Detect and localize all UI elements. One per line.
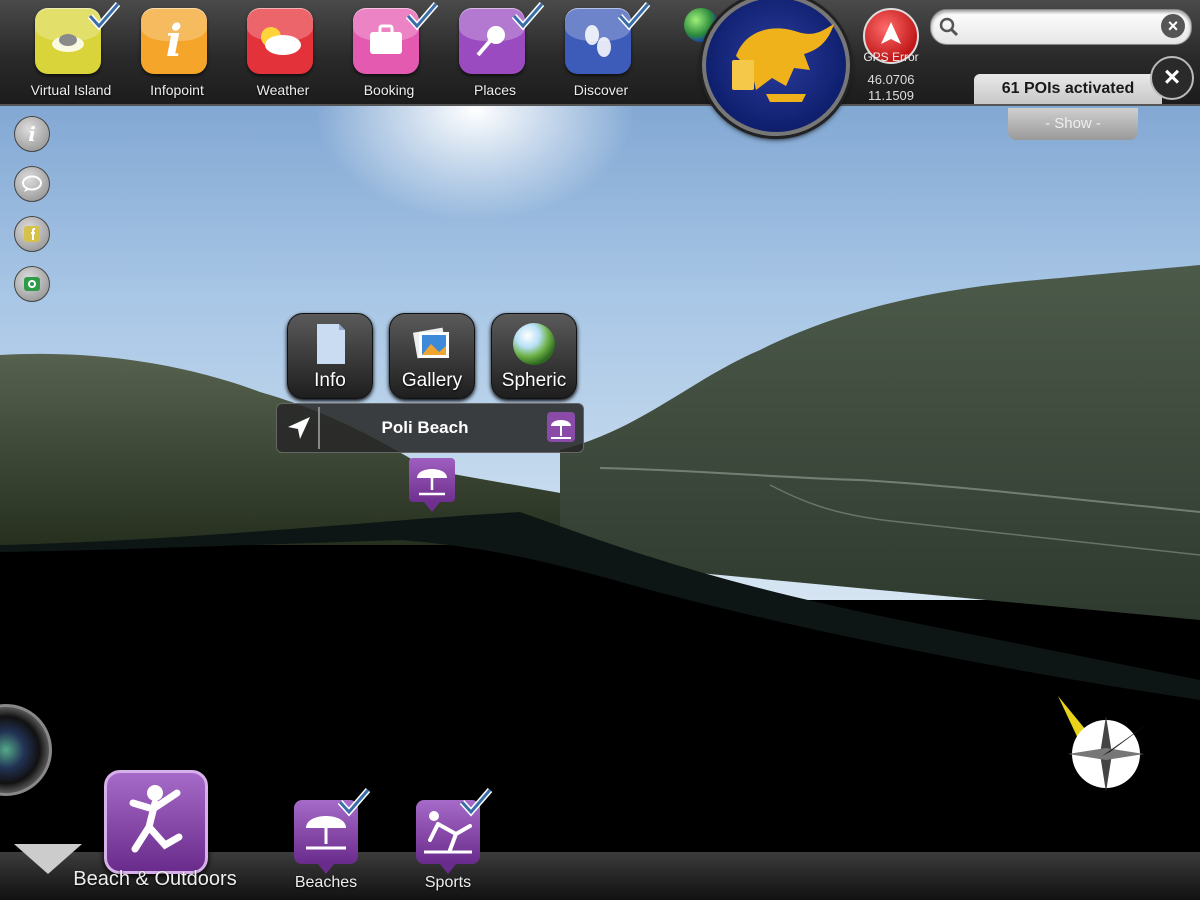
app-discover[interactable]: Discover [556, 2, 651, 102]
speech-bubble-icon [22, 175, 42, 192]
checkmark-icon [405, 2, 439, 31]
checkmark-icon [617, 2, 651, 31]
clear-search-icon[interactable]: × [1161, 14, 1185, 38]
app-label: Places [473, 82, 517, 98]
facebook-icon [24, 226, 40, 242]
app-virtual-island[interactable]: Virtual Island [26, 2, 121, 102]
gps-status[interactable]: GPS Error 46.0706 11.1509 [856, 6, 926, 106]
info-icon: i [165, 15, 183, 67]
checkmark-icon [87, 2, 121, 31]
gps-error-label: GPS Error [863, 50, 919, 64]
camera-icon [24, 277, 40, 291]
app-label: Virtual Island [30, 82, 112, 98]
photos-icon [412, 327, 449, 359]
close-icon[interactable]: × [1150, 56, 1194, 100]
action-label: Info [314, 370, 346, 391]
beach-umbrella-icon [547, 412, 575, 442]
search-box[interactable]: × [930, 9, 1192, 45]
app-label: Booking [363, 82, 415, 98]
app-places[interactable]: Places [450, 2, 545, 102]
action-label: Spheric [501, 370, 567, 391]
weather-cloud-icon [247, 8, 313, 74]
app-weather[interactable]: Weather [238, 6, 328, 102]
search-input[interactable] [963, 14, 1157, 40]
subcategory-label: Beaches [294, 874, 358, 891]
checkmark-icon [337, 788, 371, 817]
navigate-arrow-icon[interactable] [280, 407, 320, 449]
spheric-action-button[interactable]: Spheric [491, 313, 577, 399]
info-side-button[interactable]: i [14, 116, 50, 152]
info-action-button[interactable]: Info [287, 313, 373, 399]
sphere-icon [513, 323, 555, 365]
gps-latitude: 46.0706 [867, 72, 915, 87]
show-button[interactable]: - Show - [1008, 108, 1138, 140]
beach-outdoors-category-button[interactable] [104, 770, 208, 874]
gps-longitude: 11.1509 [867, 88, 915, 103]
app-label: Weather [256, 82, 310, 98]
poi-marker-beach[interactable] [409, 458, 455, 512]
selected-poi-bar[interactable]: Poli Beach [276, 403, 584, 453]
winged-lion-logo[interactable] [702, 0, 850, 136]
gallery-action-button[interactable]: Gallery [389, 313, 475, 399]
facebook-side-button[interactable] [14, 216, 50, 252]
beach-umbrella-icon [417, 469, 447, 496]
camera-side-button[interactable] [14, 266, 50, 302]
app-infopoint[interactable]: i Infopoint [132, 6, 222, 102]
jumping-person-icon [129, 785, 183, 853]
action-label: Gallery [401, 370, 463, 391]
search-icon [939, 17, 959, 37]
comment-side-button[interactable] [14, 166, 50, 202]
app-label: Infopoint [150, 82, 204, 98]
document-icon [317, 324, 345, 364]
checkmark-icon [511, 2, 545, 31]
app-label: Discover [573, 82, 629, 98]
poi-count-label: 61 POIs activated [974, 74, 1162, 104]
compass-icon[interactable] [1054, 694, 1154, 802]
checkmark-icon [459, 788, 493, 817]
info-icon: i [28, 122, 36, 146]
app-booking[interactable]: Booking [344, 2, 439, 102]
subcategory-label: Sports [424, 874, 472, 891]
poi-name: Poli Beach [381, 418, 469, 437]
category-label: Beach & Outdoors [73, 868, 237, 890]
